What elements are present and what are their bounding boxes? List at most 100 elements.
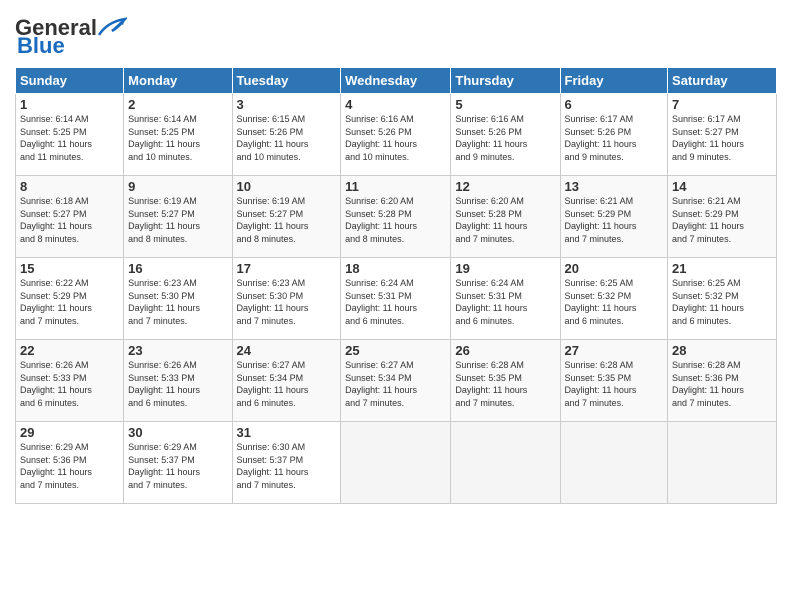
calendar-cell: 19Sunrise: 6:24 AM Sunset: 5:31 PM Dayli… — [451, 258, 560, 340]
day-info: Sunrise: 6:19 AM Sunset: 5:27 PM Dayligh… — [128, 195, 227, 245]
calendar-cell: 11Sunrise: 6:20 AM Sunset: 5:28 PM Dayli… — [341, 176, 451, 258]
calendar-cell — [560, 422, 668, 504]
calendar-cell: 2Sunrise: 6:14 AM Sunset: 5:25 PM Daylig… — [124, 94, 232, 176]
day-info: Sunrise: 6:23 AM Sunset: 5:30 PM Dayligh… — [128, 277, 227, 327]
header-area: General Blue — [15, 10, 777, 59]
day-number: 14 — [672, 179, 772, 194]
day-number: 13 — [565, 179, 664, 194]
day-number: 27 — [565, 343, 664, 358]
day-number: 3 — [237, 97, 337, 112]
day-info: Sunrise: 6:23 AM Sunset: 5:30 PM Dayligh… — [237, 277, 337, 327]
day-number: 8 — [20, 179, 119, 194]
calendar-cell: 15Sunrise: 6:22 AM Sunset: 5:29 PM Dayli… — [16, 258, 124, 340]
calendar-cell: 23Sunrise: 6:26 AM Sunset: 5:33 PM Dayli… — [124, 340, 232, 422]
day-info: Sunrise: 6:14 AM Sunset: 5:25 PM Dayligh… — [20, 113, 119, 163]
calendar-cell: 20Sunrise: 6:25 AM Sunset: 5:32 PM Dayli… — [560, 258, 668, 340]
day-info: Sunrise: 6:18 AM Sunset: 5:27 PM Dayligh… — [20, 195, 119, 245]
calendar-cell: 13Sunrise: 6:21 AM Sunset: 5:29 PM Dayli… — [560, 176, 668, 258]
day-number: 18 — [345, 261, 446, 276]
calendar-cell: 9Sunrise: 6:19 AM Sunset: 5:27 PM Daylig… — [124, 176, 232, 258]
day-number: 9 — [128, 179, 227, 194]
day-number: 12 — [455, 179, 555, 194]
day-info: Sunrise: 6:29 AM Sunset: 5:37 PM Dayligh… — [128, 441, 227, 491]
day-number: 15 — [20, 261, 119, 276]
day-number: 26 — [455, 343, 555, 358]
calendar-table: SundayMondayTuesdayWednesdayThursdayFrid… — [15, 67, 777, 504]
day-number: 29 — [20, 425, 119, 440]
calendar-cell: 28Sunrise: 6:28 AM Sunset: 5:36 PM Dayli… — [668, 340, 777, 422]
day-info: Sunrise: 6:28 AM Sunset: 5:35 PM Dayligh… — [455, 359, 555, 409]
week-row-1: 1Sunrise: 6:14 AM Sunset: 5:25 PM Daylig… — [16, 94, 777, 176]
weekday-header-sunday: Sunday — [16, 68, 124, 94]
day-info: Sunrise: 6:30 AM Sunset: 5:37 PM Dayligh… — [237, 441, 337, 491]
day-number: 24 — [237, 343, 337, 358]
day-info: Sunrise: 6:21 AM Sunset: 5:29 PM Dayligh… — [565, 195, 664, 245]
day-info: Sunrise: 6:19 AM Sunset: 5:27 PM Dayligh… — [237, 195, 337, 245]
day-number: 16 — [128, 261, 227, 276]
calendar-cell: 22Sunrise: 6:26 AM Sunset: 5:33 PM Dayli… — [16, 340, 124, 422]
day-info: Sunrise: 6:14 AM Sunset: 5:25 PM Dayligh… — [128, 113, 227, 163]
calendar-cell: 8Sunrise: 6:18 AM Sunset: 5:27 PM Daylig… — [16, 176, 124, 258]
calendar-cell: 21Sunrise: 6:25 AM Sunset: 5:32 PM Dayli… — [668, 258, 777, 340]
calendar-cell: 5Sunrise: 6:16 AM Sunset: 5:26 PM Daylig… — [451, 94, 560, 176]
day-number: 30 — [128, 425, 227, 440]
calendar-cell: 3Sunrise: 6:15 AM Sunset: 5:26 PM Daylig… — [232, 94, 341, 176]
logo: General Blue — [15, 10, 127, 59]
day-number: 25 — [345, 343, 446, 358]
day-number: 7 — [672, 97, 772, 112]
day-info: Sunrise: 6:24 AM Sunset: 5:31 PM Dayligh… — [345, 277, 446, 327]
day-info: Sunrise: 6:26 AM Sunset: 5:33 PM Dayligh… — [128, 359, 227, 409]
day-info: Sunrise: 6:17 AM Sunset: 5:27 PM Dayligh… — [672, 113, 772, 163]
day-number: 6 — [565, 97, 664, 112]
calendar-cell: 30Sunrise: 6:29 AM Sunset: 5:37 PM Dayli… — [124, 422, 232, 504]
day-info: Sunrise: 6:17 AM Sunset: 5:26 PM Dayligh… — [565, 113, 664, 163]
day-number: 23 — [128, 343, 227, 358]
day-info: Sunrise: 6:29 AM Sunset: 5:36 PM Dayligh… — [20, 441, 119, 491]
calendar-cell: 7Sunrise: 6:17 AM Sunset: 5:27 PM Daylig… — [668, 94, 777, 176]
day-number: 21 — [672, 261, 772, 276]
day-number: 2 — [128, 97, 227, 112]
day-info: Sunrise: 6:27 AM Sunset: 5:34 PM Dayligh… — [237, 359, 337, 409]
day-number: 5 — [455, 97, 555, 112]
day-info: Sunrise: 6:22 AM Sunset: 5:29 PM Dayligh… — [20, 277, 119, 327]
day-info: Sunrise: 6:21 AM Sunset: 5:29 PM Dayligh… — [672, 195, 772, 245]
day-number: 1 — [20, 97, 119, 112]
logo-blue: Blue — [17, 33, 65, 59]
calendar-cell: 24Sunrise: 6:27 AM Sunset: 5:34 PM Dayli… — [232, 340, 341, 422]
calendar-cell: 25Sunrise: 6:27 AM Sunset: 5:34 PM Dayli… — [341, 340, 451, 422]
week-row-3: 15Sunrise: 6:22 AM Sunset: 5:29 PM Dayli… — [16, 258, 777, 340]
day-number: 11 — [345, 179, 446, 194]
day-info: Sunrise: 6:28 AM Sunset: 5:36 PM Dayligh… — [672, 359, 772, 409]
calendar-cell — [341, 422, 451, 504]
day-info: Sunrise: 6:16 AM Sunset: 5:26 PM Dayligh… — [455, 113, 555, 163]
day-info: Sunrise: 6:24 AM Sunset: 5:31 PM Dayligh… — [455, 277, 555, 327]
day-info: Sunrise: 6:25 AM Sunset: 5:32 PM Dayligh… — [565, 277, 664, 327]
day-info: Sunrise: 6:20 AM Sunset: 5:28 PM Dayligh… — [455, 195, 555, 245]
calendar-cell: 12Sunrise: 6:20 AM Sunset: 5:28 PM Dayli… — [451, 176, 560, 258]
day-number: 4 — [345, 97, 446, 112]
weekday-header-row: SundayMondayTuesdayWednesdayThursdayFrid… — [16, 68, 777, 94]
logo-bird-icon — [97, 17, 127, 39]
weekday-header-tuesday: Tuesday — [232, 68, 341, 94]
day-number: 17 — [237, 261, 337, 276]
day-info: Sunrise: 6:16 AM Sunset: 5:26 PM Dayligh… — [345, 113, 446, 163]
weekday-header-saturday: Saturday — [668, 68, 777, 94]
calendar-cell: 1Sunrise: 6:14 AM Sunset: 5:25 PM Daylig… — [16, 94, 124, 176]
calendar-cell: 14Sunrise: 6:21 AM Sunset: 5:29 PM Dayli… — [668, 176, 777, 258]
day-number: 28 — [672, 343, 772, 358]
calendar-container: General Blue SundayMondayTuesdayWednesda… — [0, 0, 792, 612]
weekday-header-thursday: Thursday — [451, 68, 560, 94]
day-number: 19 — [455, 261, 555, 276]
weekday-header-friday: Friday — [560, 68, 668, 94]
calendar-cell: 10Sunrise: 6:19 AM Sunset: 5:27 PM Dayli… — [232, 176, 341, 258]
day-number: 10 — [237, 179, 337, 194]
day-info: Sunrise: 6:25 AM Sunset: 5:32 PM Dayligh… — [672, 277, 772, 327]
day-number: 20 — [565, 261, 664, 276]
day-info: Sunrise: 6:15 AM Sunset: 5:26 PM Dayligh… — [237, 113, 337, 163]
day-number: 22 — [20, 343, 119, 358]
weekday-header-wednesday: Wednesday — [341, 68, 451, 94]
day-info: Sunrise: 6:28 AM Sunset: 5:35 PM Dayligh… — [565, 359, 664, 409]
calendar-cell: 16Sunrise: 6:23 AM Sunset: 5:30 PM Dayli… — [124, 258, 232, 340]
calendar-cell — [451, 422, 560, 504]
calendar-cell: 29Sunrise: 6:29 AM Sunset: 5:36 PM Dayli… — [16, 422, 124, 504]
